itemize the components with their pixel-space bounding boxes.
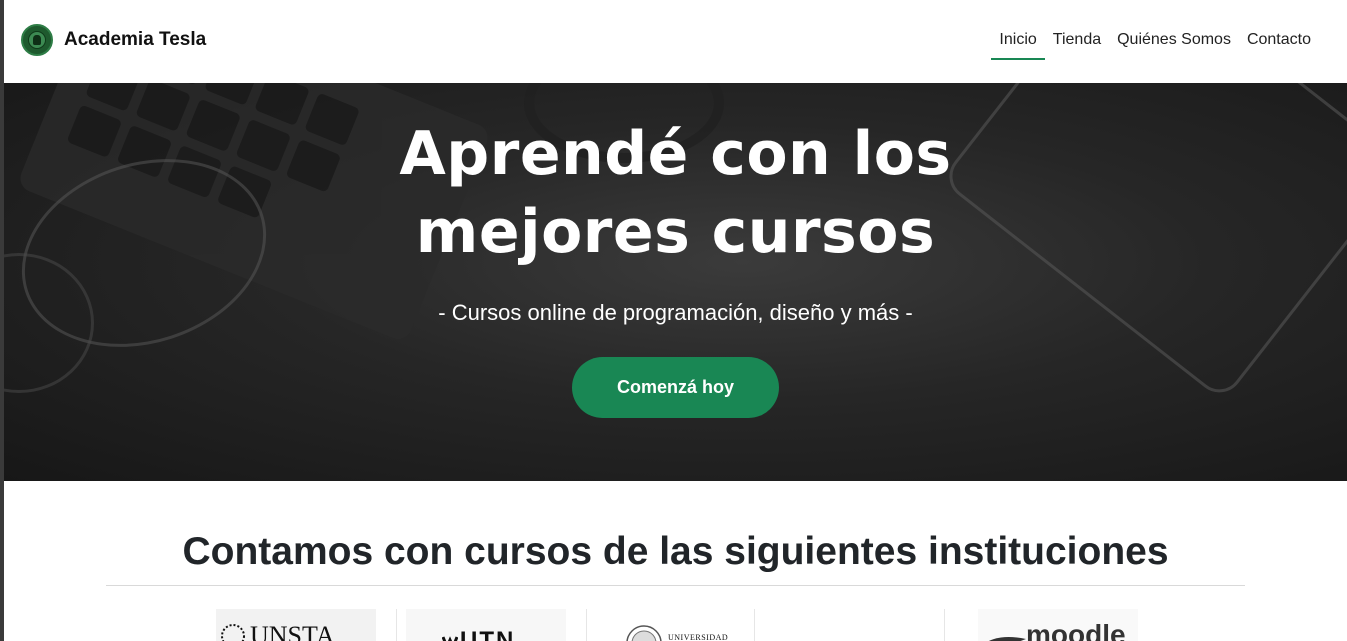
hero-title-line2: mejores cursos <box>415 197 936 267</box>
institution-logo-unsta[interactable]: UNSTA <box>216 609 376 641</box>
utn-mark-icon <box>442 636 458 641</box>
institution-logo-moodle[interactable]: moodle <box>978 609 1138 641</box>
brand-name: Academia Tesla <box>64 29 207 50</box>
institution-logo-moodle-text: moodle <box>1026 619 1126 641</box>
moodle-hat-icon <box>988 637 1026 641</box>
hero-subtitle: - Cursos online de programación, diseño … <box>438 300 913 325</box>
main-nav: Inicio Tienda Quiénes Somos Contacto <box>991 28 1319 60</box>
unsta-seal-icon <box>221 624 245 641</box>
institutions-title: Contamos con cursos de las siguientes in… <box>182 530 1169 573</box>
navbar: Academia Tesla Inicio Tienda Quiénes Som… <box>4 0 1347 83</box>
nav-link-tienda[interactable]: Tienda <box>1045 28 1109 60</box>
institution-logo-universidad[interactable]: UNIVERSIDAD <box>596 609 756 641</box>
window-edge <box>0 0 4 641</box>
nav-link-quienes-somos[interactable]: Quiénes Somos <box>1109 28 1239 60</box>
hero-title: Aprendé con los mejores cursos <box>4 115 1347 271</box>
hero-title-line1: Aprendé con los <box>399 119 952 189</box>
institution-logo-blank[interactable] <box>788 609 948 641</box>
institution-logo-unsta-text: UNSTA <box>250 621 335 641</box>
logo-separator <box>586 609 587 641</box>
hero-banner: Aprendé con los mejores cursos - Cursos … <box>4 83 1347 481</box>
start-now-button[interactable]: Comenzá hoy <box>572 357 779 418</box>
nav-link-inicio[interactable]: Inicio <box>991 28 1046 60</box>
logo-separator <box>754 609 755 641</box>
universidad-crest-icon <box>626 625 662 641</box>
institution-logo-utn[interactable]: UTN <box>406 609 566 641</box>
academia-logo-icon <box>21 24 53 56</box>
brand[interactable]: Academia Tesla <box>21 24 206 56</box>
institution-logo-universidad-text: UNIVERSIDAD <box>668 633 729 641</box>
nav-link-contacto[interactable]: Contacto <box>1239 28 1319 60</box>
institution-logo-utn-text: UTN <box>460 627 516 641</box>
logo-separator <box>396 609 397 641</box>
institutions-divider <box>106 585 1245 586</box>
logo-separator <box>944 609 945 641</box>
